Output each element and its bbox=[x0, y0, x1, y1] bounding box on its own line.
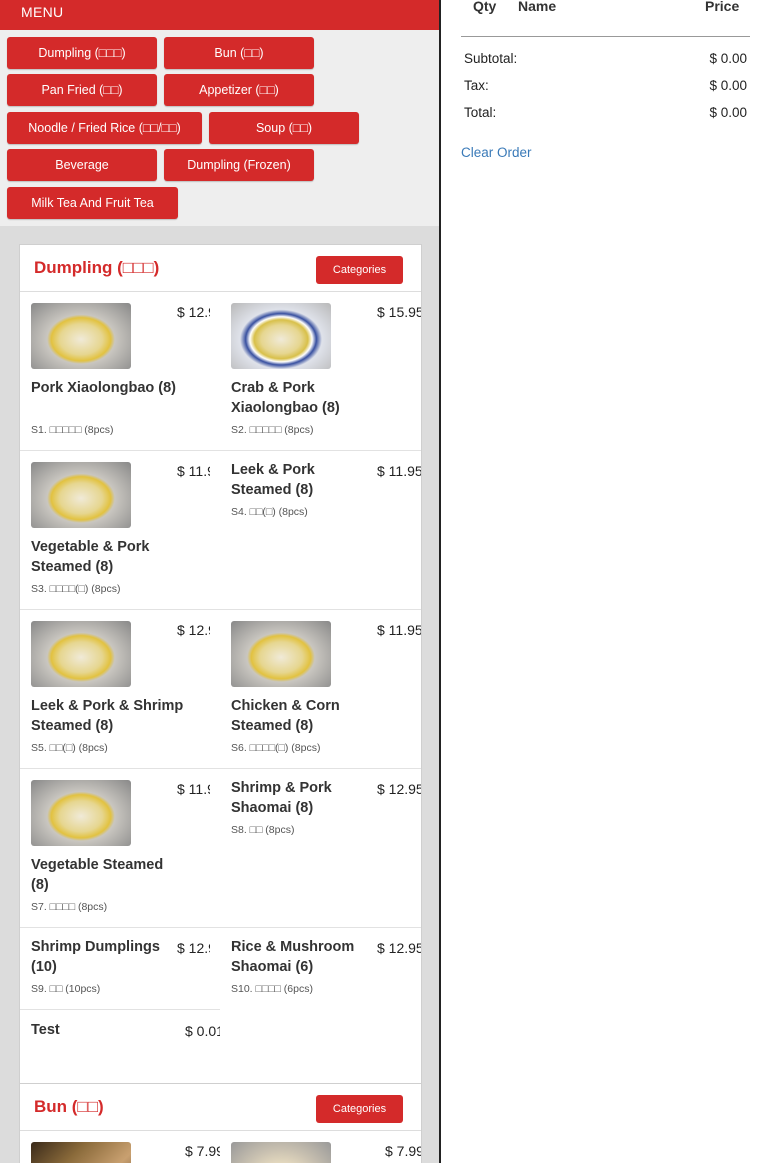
food-image bbox=[231, 1142, 331, 1163]
food-image bbox=[31, 780, 131, 846]
item-price: $ 12.95 bbox=[377, 781, 421, 797]
item-name: Pork Xiaolongbao (8) bbox=[31, 380, 177, 396]
item-subtitle: S10. □□□□ (6pcs) bbox=[231, 983, 313, 995]
categories-button[interactable]: Categories bbox=[316, 256, 403, 284]
item-price: $ 0.01 bbox=[185, 1023, 220, 1039]
item-name: Chicken & Corn Steamed (8) bbox=[231, 698, 340, 734]
item-subtitle: S5. □□(□) (8pcs) bbox=[31, 742, 108, 754]
item-price: $ 11.95 bbox=[177, 781, 210, 797]
name-header: Name bbox=[518, 0, 557, 14]
panel-divider bbox=[439, 0, 441, 1163]
item-name: Leek & Pork & Shrimp Steamed (8) bbox=[31, 698, 184, 734]
menu-item[interactable]: $ 12.95 Leek & Pork & Shrimp Steamed (8)… bbox=[20, 610, 210, 768]
food-image bbox=[31, 1142, 131, 1163]
item-price: $ 11.95 bbox=[377, 463, 421, 479]
item-subtitle: S1. □□□□□ (8pcs) bbox=[31, 424, 114, 436]
subtotal-label: Subtotal: bbox=[464, 51, 518, 66]
subtotal-value: $ 0.00 bbox=[709, 51, 747, 66]
total-label: Total: bbox=[464, 105, 497, 120]
item-subtitle: S8. □□ (8pcs) bbox=[231, 824, 295, 836]
menu-item[interactable]: $ 11.95 Chicken & Corn Steamed (8) S6. □… bbox=[220, 610, 421, 768]
item-price: $ 11.95 bbox=[377, 622, 421, 638]
food-image bbox=[31, 462, 131, 528]
menu-items-scroll[interactable]: Dumpling (□□□) Categories $ 12.95 Pork X… bbox=[0, 226, 440, 1163]
section-header: Dumpling (□□□) Categories bbox=[20, 245, 421, 292]
section-title: Dumpling (□□□) bbox=[34, 258, 160, 277]
item-price: $ 12.95 bbox=[377, 940, 421, 956]
item-price: $ 12.95 bbox=[177, 304, 210, 320]
item-name: Shrimp Dumplings (10) bbox=[31, 939, 160, 975]
item-subtitle: S4. □□(□) (8pcs) bbox=[231, 506, 308, 518]
menu-item[interactable]: $ 12.95 Rice & Mushroom Shaomai (6) S10.… bbox=[220, 928, 421, 1009]
menu-item[interactable]: $ 7.99 bbox=[20, 1131, 220, 1163]
menu-item[interactable]: $ 7.99 bbox=[220, 1131, 421, 1163]
item-price: $ 15.95 bbox=[377, 304, 421, 320]
item-name: Crab & Pork Xiaolongbao (8) bbox=[231, 380, 340, 416]
menu-item[interactable]: $ 11.95 Vegetable & Pork Steamed (8) S3.… bbox=[20, 451, 210, 609]
total-value: $ 0.00 bbox=[709, 105, 747, 120]
item-subtitle: S9. □□ (10pcs) bbox=[31, 983, 101, 995]
order-divider bbox=[461, 36, 750, 37]
item-name: Rice & Mushroom Shaomai (6) bbox=[231, 939, 355, 975]
section-dumpling: Dumpling (□□□) Categories $ 12.95 Pork X… bbox=[19, 244, 422, 1086]
menu-item[interactable]: $ 0.01 Test bbox=[20, 1010, 220, 1060]
item-name: Vegetable Steamed (8) bbox=[31, 857, 164, 893]
category-button-appetizer[interactable]: Appetizer (□□) bbox=[164, 74, 314, 106]
category-button-bun[interactable]: Bun (□□) bbox=[164, 37, 314, 69]
item-subtitle: S6. □□□□(□) (8pcs) bbox=[231, 742, 321, 754]
item-subtitle: S7. □□□□ (8pcs) bbox=[31, 901, 108, 913]
item-price: $ 12.95 bbox=[177, 940, 210, 956]
category-button-pan-fried[interactable]: Pan Fried (□□) bbox=[7, 74, 157, 106]
menu-item[interactable]: $ 11.95 Leek & Pork Steamed (8) S4. □□(□… bbox=[220, 451, 421, 609]
section-bun: Bun (□□) Categories $ 7.99 $ 7.99 bbox=[19, 1083, 422, 1163]
menu-item[interactable]: $ 12.95 Shrimp & Pork Shaomai (8) S8. □□… bbox=[220, 769, 421, 927]
tax-value: $ 0.00 bbox=[709, 78, 747, 93]
menu-item[interactable]: $ 15.95 Crab & Pork Xiaolongbao (8) S2. … bbox=[220, 292, 421, 450]
category-button-beverage[interactable]: Beverage bbox=[7, 149, 157, 181]
category-button-noodle-fried-rice[interactable]: Noodle / Fried Rice (□□/□□) bbox=[7, 112, 202, 144]
food-image bbox=[231, 303, 331, 369]
item-price: $ 11.95 bbox=[177, 463, 210, 479]
item-subtitle: S3. □□□□(□) (8pcs) bbox=[31, 583, 121, 595]
category-button-dumpling[interactable]: Dumpling (□□□) bbox=[7, 37, 157, 69]
section-header: Bun (□□) Categories bbox=[20, 1084, 421, 1131]
category-button-soup[interactable]: Soup (□□) bbox=[209, 112, 359, 144]
price-header: Price bbox=[705, 0, 740, 14]
category-button-dumpling-frozen[interactable]: Dumpling (Frozen) bbox=[164, 149, 314, 181]
category-button-milk-tea[interactable]: Milk Tea And Fruit Tea bbox=[7, 187, 178, 219]
item-subtitle: S2. □□□□□ (8pcs) bbox=[231, 424, 314, 436]
menu-item[interactable]: $ 12.95 Pork Xiaolongbao (8) S1. □□□□□ (… bbox=[20, 292, 210, 450]
item-price: $ 12.95 bbox=[177, 622, 210, 638]
item-price: $ 7.99 bbox=[385, 1143, 421, 1159]
menu-title: MENU bbox=[21, 4, 64, 20]
menu-item[interactable]: $ 12.95 Shrimp Dumplings (10) S9. □□ (10… bbox=[20, 928, 210, 1009]
item-price: $ 7.99 bbox=[185, 1143, 220, 1159]
menu-panel: MENU Dumpling (□□□) Bun (□□) Pan Fried (… bbox=[0, 0, 440, 1163]
food-image bbox=[31, 621, 131, 687]
menu-header: MENU bbox=[0, 0, 440, 30]
clear-order-link[interactable]: Clear Order bbox=[461, 145, 532, 160]
item-name: Vegetable & Pork Steamed (8) bbox=[31, 539, 150, 575]
category-buttons: Dumpling (□□□) Bun (□□) Pan Fried (□□) A… bbox=[0, 30, 440, 226]
qty-header: Qty bbox=[473, 0, 497, 14]
menu-item[interactable]: $ 11.95 Vegetable Steamed (8) S7. □□□□ (… bbox=[20, 769, 210, 927]
food-image bbox=[31, 303, 131, 369]
tax-label: Tax: bbox=[464, 78, 489, 93]
item-name: Leek & Pork Steamed (8) bbox=[231, 462, 315, 498]
item-name: Shrimp & Pork Shaomai (8) bbox=[231, 780, 332, 816]
section-title: Bun (□□) bbox=[34, 1097, 104, 1116]
item-name: Test bbox=[31, 1022, 60, 1038]
categories-button[interactable]: Categories bbox=[316, 1095, 403, 1123]
food-image bbox=[231, 621, 331, 687]
